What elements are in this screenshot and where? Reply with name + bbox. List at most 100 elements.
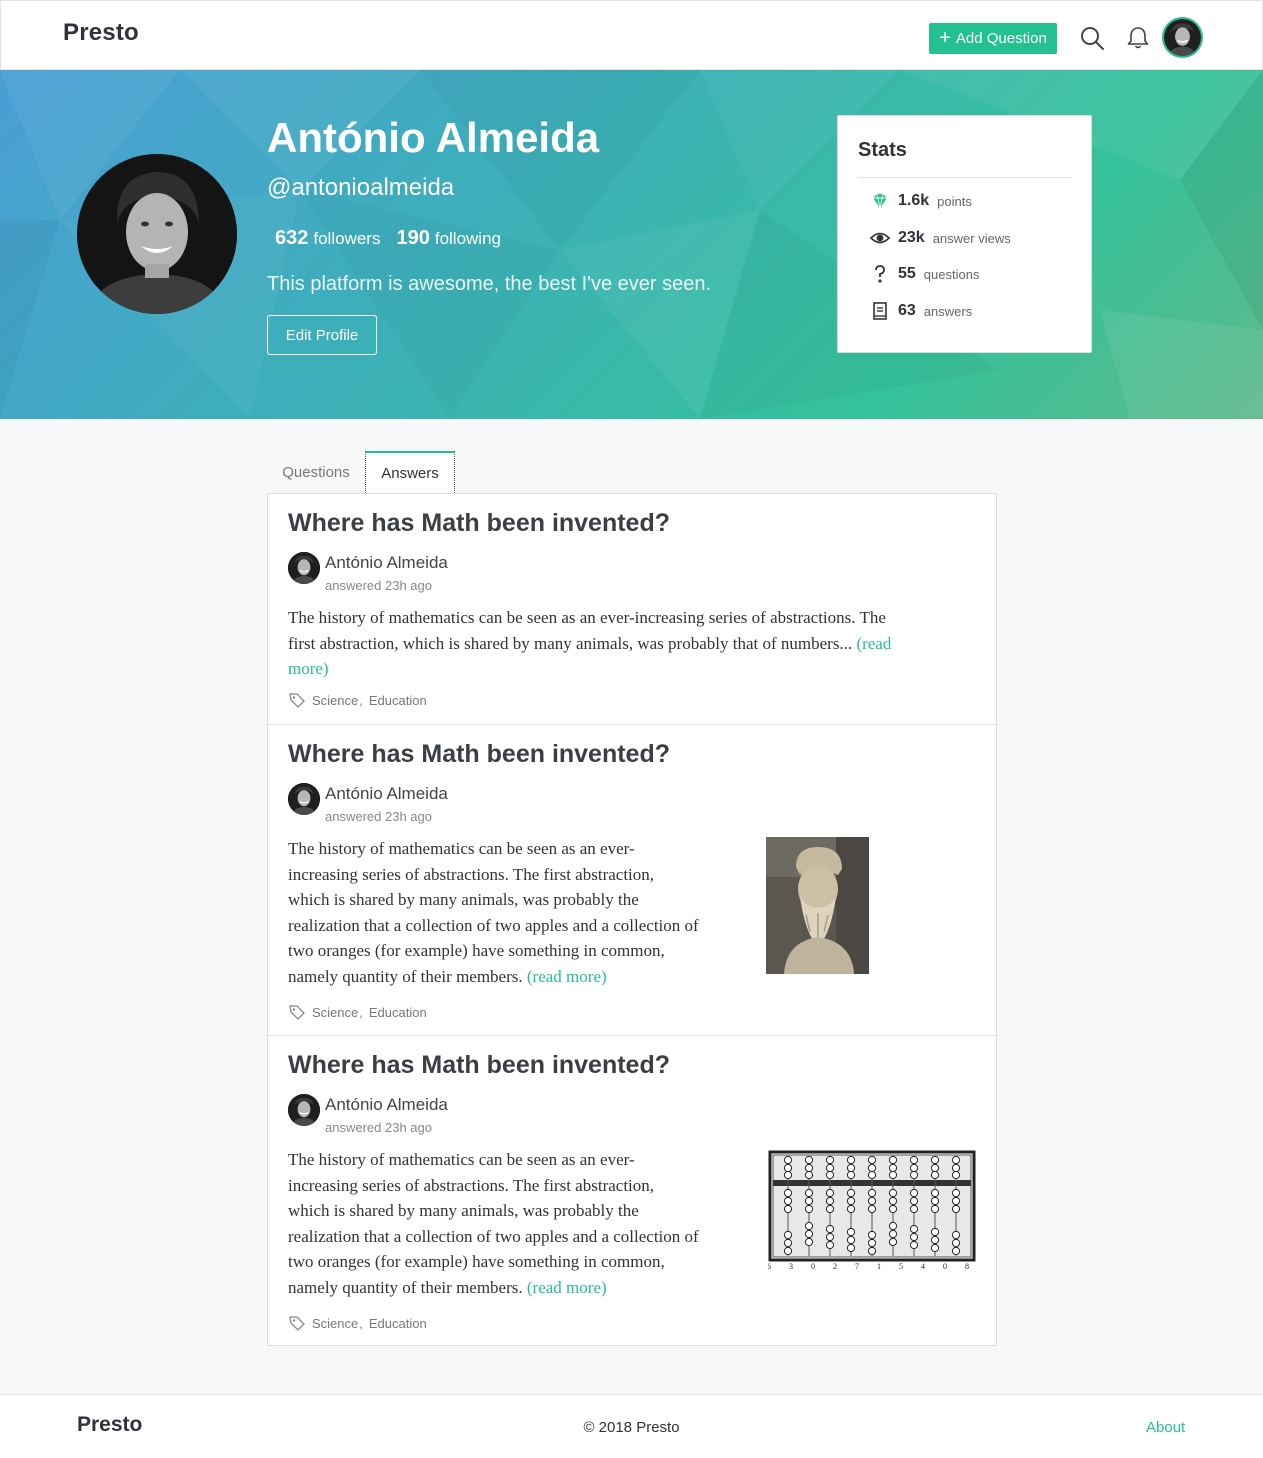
stat-points-value: 1.6k <box>898 192 930 209</box>
answer-excerpt: The history of mathematics can be seen a… <box>288 1147 748 1301</box>
tag-separator: , <box>359 1315 363 1331</box>
author-name[interactable]: António Almeida <box>325 553 448 573</box>
followers-link[interactable]: 632 followers <box>275 227 380 250</box>
answer-line: increasing series of abstractions. The f… <box>288 1175 655 1195</box>
stat-views: 23k answer views <box>870 228 1011 248</box>
bust-image <box>766 837 869 974</box>
abacus-image: 6 3 0 2 7 1 5 4 0 8 <box>768 1148 976 1272</box>
tag-list: Science, Education <box>288 691 427 709</box>
read-more-link[interactable]: (read <box>856 634 891 653</box>
stat-answers-value: 63 <box>898 302 916 319</box>
stats-title: Stats <box>858 139 907 161</box>
following-count: 190 <box>396 227 430 249</box>
eye-icon <box>870 232 890 244</box>
read-more-link[interactable]: (read more) <box>527 1278 607 1297</box>
answer-line-with-link: namely quantity of their members. (read … <box>288 1275 748 1301</box>
tab-questions[interactable]: Questions <box>267 451 365 493</box>
stats-divider <box>858 177 1072 178</box>
stat-views-label: answer views <box>932 230 1011 246</box>
abacus-digits: 6 3 0 2 7 1 5 4 0 8 <box>768 1262 976 1271</box>
answer-line: The history of mathematics can be seen a… <box>288 839 635 858</box>
answer-timestamp: answered 23h ago <box>325 809 432 824</box>
read-more-link-cont[interactable]: more) <box>288 656 978 682</box>
tag-icon <box>289 693 305 708</box>
tag-icon <box>289 1316 305 1331</box>
tag-science[interactable]: Science <box>312 693 358 708</box>
followers-count: 632 <box>275 227 309 249</box>
brand-logo[interactable]: Presto <box>63 19 139 47</box>
answer-item: Where has Math been invented? António Al… <box>268 1035 996 1346</box>
profile-photo <box>77 154 237 314</box>
profile-name: António Almeida <box>267 114 600 161</box>
question-title[interactable]: Where has Math been invented? <box>288 1051 670 1080</box>
stat-questions: 55 questions <box>870 264 979 284</box>
tag-separator: , <box>359 692 363 708</box>
answers-list: Where has Math been invented? António Al… <box>267 493 997 1346</box>
top-navbar: Presto + Add Question <box>0 0 1263 70</box>
tag-science[interactable]: Science <box>312 1316 358 1331</box>
question-icon <box>875 265 885 283</box>
stats-panel: Stats 1.6k points 23k answer views 55 qu… <box>837 115 1092 353</box>
edit-profile-button[interactable]: Edit Profile <box>267 315 377 355</box>
follow-counts: 632 followers 190 following <box>275 227 501 250</box>
footer-copyright: © 2018 Presto <box>583 1419 680 1436</box>
followers-label: followers <box>313 229 381 248</box>
author-name[interactable]: António Almeida <box>325 784 448 804</box>
answer-item: Where has Math been invented? António Al… <box>268 494 996 724</box>
answer-line-with-link: first abstraction, which is shared by ma… <box>288 631 978 657</box>
tab-answers[interactable]: Answers <box>365 451 455 493</box>
answer-timestamp: answered 23h ago <box>325 1120 432 1135</box>
tag-science[interactable]: Science <box>312 1005 358 1020</box>
answer-line: increasing series of abstractions. The f… <box>288 864 655 884</box>
add-question-button[interactable]: + Add Question <box>929 23 1057 54</box>
answer-line-with-link: namely quantity of their members. (read … <box>288 964 748 990</box>
answer-timestamp: answered 23h ago <box>325 578 432 593</box>
book-icon <box>873 302 887 320</box>
answer-line: first abstraction, which is shared by ma… <box>288 633 853 653</box>
tag-education[interactable]: Education <box>369 693 427 708</box>
answer-line: The history of mathematics can be seen a… <box>288 608 886 627</box>
answer-line: namely quantity of their members. <box>288 966 523 986</box>
author-avatar[interactable] <box>288 1094 320 1126</box>
profile-hero: António Almeida @antonioalmeida 632 follo… <box>0 70 1263 419</box>
answer-line: The history of mathematics can be seen a… <box>288 1150 635 1169</box>
stat-views-value: 23k <box>898 229 925 246</box>
question-title[interactable]: Where has Math been invented? <box>288 509 670 538</box>
tag-list: Science, Education <box>288 1314 427 1332</box>
profile-handle: @antonioalmeida <box>267 174 455 201</box>
search-icon[interactable] <box>1079 25 1105 51</box>
bell-icon[interactable] <box>1125 25 1151 51</box>
tag-icon <box>289 1005 305 1020</box>
diamond-icon <box>873 193 887 209</box>
answer-item: Where has Math been invented? António Al… <box>268 724 996 1035</box>
stat-points: 1.6k points <box>870 191 972 211</box>
answer-line: realization that a collection of two app… <box>288 915 699 935</box>
author-name[interactable]: António Almeida <box>325 1095 448 1115</box>
answer-line: two oranges (for example) have something… <box>288 941 665 961</box>
stat-questions-value: 55 <box>898 265 916 282</box>
user-avatar[interactable] <box>1162 17 1203 58</box>
answer-excerpt: The history of mathematics can be seen a… <box>288 836 748 990</box>
answer-line: two oranges (for example) have something… <box>288 1252 665 1272</box>
author-avatar[interactable] <box>288 783 320 815</box>
stat-questions-label: questions <box>923 266 980 282</box>
question-title[interactable]: Where has Math been invented? <box>288 740 670 769</box>
tag-education[interactable]: Education <box>369 1005 427 1020</box>
following-label: following <box>434 229 501 248</box>
profile-bio: This platform is awesome, the best I've … <box>267 273 712 295</box>
answer-excerpt: The history of mathematics can be seen a… <box>288 605 978 682</box>
stat-points-label: points <box>937 193 972 209</box>
answer-line: which is shared by many animals, was pro… <box>288 1201 639 1221</box>
tag-education[interactable]: Education <box>369 1316 427 1331</box>
add-question-label: Add Question <box>955 30 1047 47</box>
footer-about-link[interactable]: About <box>1146 1419 1185 1436</box>
following-link[interactable]: 190 following <box>396 227 501 250</box>
read-more-link[interactable]: (read more) <box>527 967 607 986</box>
author-avatar[interactable] <box>288 552 320 584</box>
page-footer: Presto © 2018 Presto About <box>0 1394 1263 1458</box>
answer-line: realization that a collection of two app… <box>288 1226 699 1246</box>
answer-line: namely quantity of their members. <box>288 1277 523 1297</box>
stat-answers-label: answers <box>923 303 973 319</box>
tag-separator: , <box>359 1004 363 1020</box>
plus-icon: + <box>939 26 951 49</box>
